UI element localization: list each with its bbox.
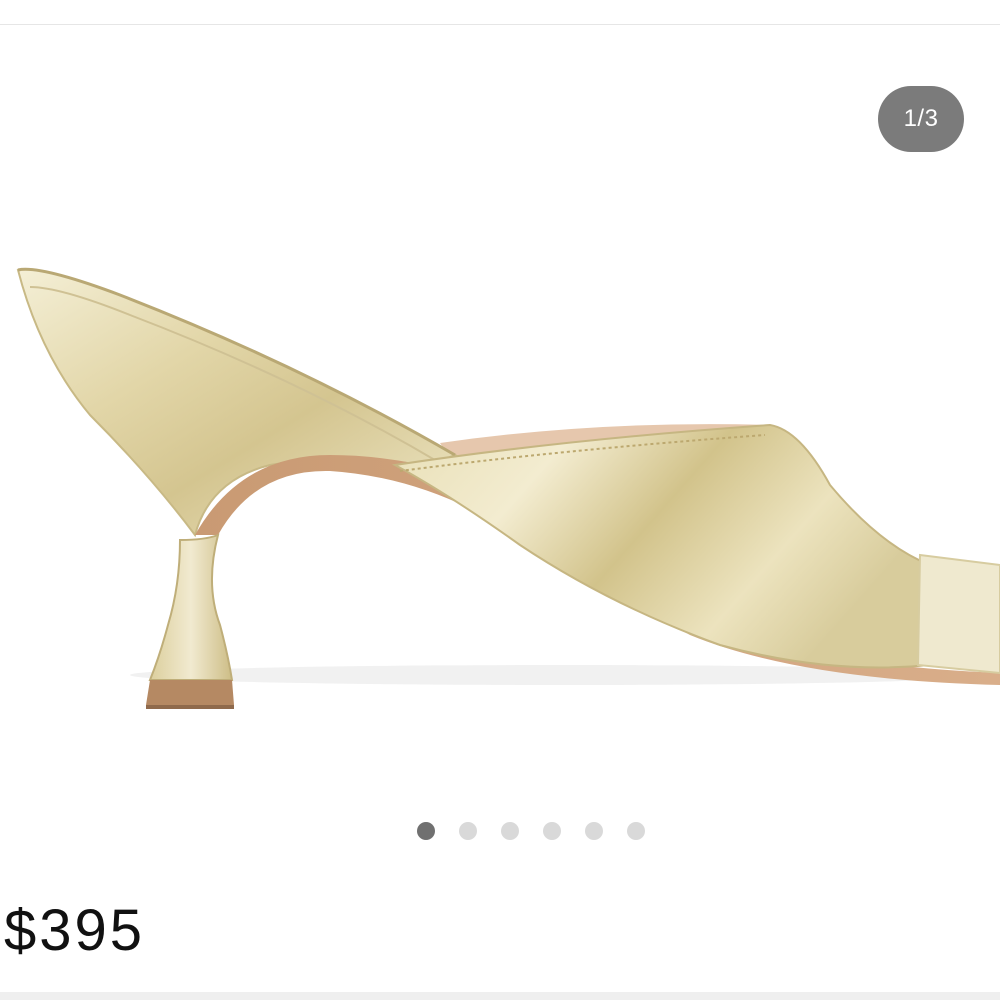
pagination-dot-3[interactable] <box>501 822 519 840</box>
product-image-shoe-icon[interactable] <box>0 25 1000 855</box>
pagination-dot-6[interactable] <box>627 822 645 840</box>
product-price: $395 <box>4 898 146 963</box>
pagination-dot-1[interactable] <box>417 822 435 840</box>
product-page: 1/3 $395 <box>0 0 1000 1000</box>
image-gallery[interactable]: 1/3 <box>0 25 1000 855</box>
pagination-dot-2[interactable] <box>459 822 477 840</box>
pagination-dot-5[interactable] <box>585 822 603 840</box>
bottom-divider <box>0 992 1000 1000</box>
pagination-dots <box>0 822 1000 840</box>
pagination-dot-4[interactable] <box>543 822 561 840</box>
image-counter-badge: 1/3 <box>878 86 964 152</box>
